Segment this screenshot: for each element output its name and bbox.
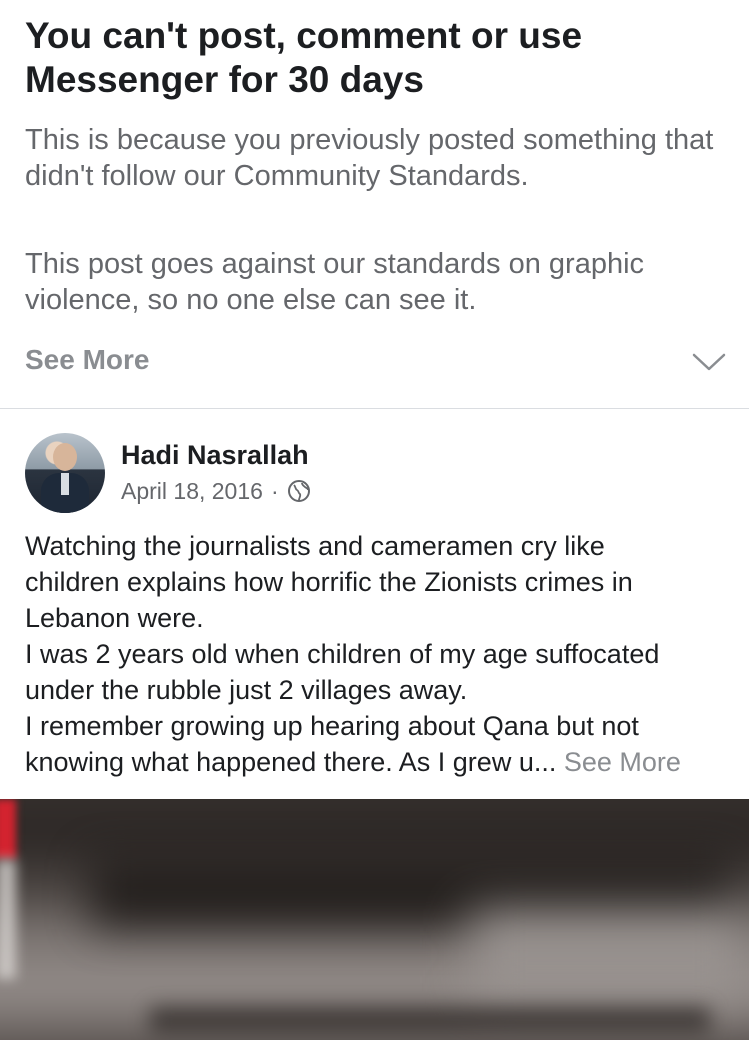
notice-detail: This post goes against our standards on … — [25, 248, 645, 316]
post-card: Hadi Nasrallah April 18, 2016 · Watching… — [0, 409, 749, 799]
media-light-patch — [470, 909, 749, 999]
chevron-down-icon[interactable] — [692, 352, 726, 372]
avatar-shirt-shape — [61, 473, 69, 495]
post-text-last-line: knowing what happened there. As I grew u… — [25, 744, 737, 780]
post-author-name[interactable]: Hadi Nasrallah — [121, 438, 309, 472]
post-date[interactable]: April 18, 2016 — [121, 476, 263, 506]
post-text-line: I remember growing up hearing about Qana… — [25, 711, 639, 741]
post-text-line: under the rubble just 2 villages away. — [25, 675, 468, 705]
post-text-line: Watching the journalists and cameramen c… — [25, 531, 605, 561]
media-bottom-streak — [150, 1007, 710, 1033]
notice-title: You can't post, comment or use Messenger… — [25, 15, 583, 100]
notice-reason: This is because you previously posted so… — [25, 124, 714, 192]
post-text-line: knowing what happened there. As I grew u… — [25, 747, 557, 777]
avatar-head-shape — [53, 443, 77, 471]
post-see-more-link[interactable]: See More — [564, 747, 681, 777]
post-body-text: Watching the journalists and cameramen c… — [25, 528, 737, 780]
post-media-image[interactable] — [0, 799, 749, 1040]
post-text-line: children explains how horrific the Zioni… — [25, 567, 633, 597]
meta-separator: · — [270, 477, 279, 504]
avatar[interactable] — [25, 433, 105, 513]
notice-see-more-link[interactable]: See More — [25, 340, 150, 380]
post-text-line: Lebanon were. — [25, 603, 204, 633]
notice-see-more-row[interactable]: See More — [0, 338, 749, 384]
media-white-edge — [0, 859, 16, 979]
post-meta: April 18, 2016 · — [121, 475, 311, 507]
restriction-notice: You can't post, comment or use Messenger… — [0, 0, 749, 409]
media-red-edge — [0, 799, 16, 859]
globe-icon — [287, 480, 310, 502]
post-text-line: I was 2 years old when children of my ag… — [25, 639, 660, 669]
